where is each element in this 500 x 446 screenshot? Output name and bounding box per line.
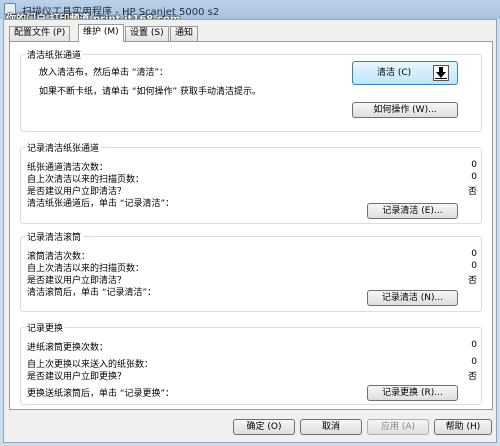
ok-button[interactable]: 确定 (O) xyxy=(233,419,295,435)
sheets-since-replacement-value: 0 xyxy=(471,357,477,367)
record-paper-path-group: 记录清洁纸张通道 纸张通道清洁次数： 0 自上次清洁以来的扫描页数： 0 是否建… xyxy=(20,141,482,224)
tab-notifications[interactable]: 通知 xyxy=(170,26,199,41)
dialog-buttons: 确定 (O) 取消 应用 (A) 帮助 (H) xyxy=(4,412,496,442)
record-rollers-group: 记录清洁滚筒 滚筒清洁次数： 0 自上次清洁以来的扫描页数： 0 是否建议用户立… xyxy=(20,230,482,312)
clean-button-label: 清洁 (C) xyxy=(377,68,412,78)
replacement-action-text: 更换送纸滚筒后，单击 “记录更换”： xyxy=(27,389,175,399)
group-title: 记录更换 xyxy=(25,321,66,334)
cancel-button[interactable]: 取消 xyxy=(300,419,362,435)
maintenance-panel: 清洁纸张通道 放入清洁布，然后单击 “清洁”： 清洁 (C) 如果不断卡纸，请单… xyxy=(9,41,493,410)
pages-since-clean-value: 0 xyxy=(471,172,477,182)
howto-button[interactable]: 如何操作 (W)... xyxy=(352,102,458,118)
recommend-replace-value: 否 xyxy=(467,372,477,382)
clean-paper-path-group: 清洁纸张通道 放入清洁布，然后单击 “清洁”： 清洁 (C) 如果不断卡纸，请单… xyxy=(20,48,482,132)
group-title: 清洁纸张通道 xyxy=(25,48,84,61)
arrow-down-icon xyxy=(433,65,449,81)
tab-maintenance[interactable]: 维护 (M) xyxy=(78,24,124,42)
replacement-count-value: 0 xyxy=(471,340,477,350)
roller-action-text: 清洁滚筒后，单击 “记录清洁”： xyxy=(27,288,157,298)
roller-pages-since-clean-value: 0 xyxy=(471,261,477,271)
clean-instruction: 放入清洁布，然后单击 “清洁”： xyxy=(39,68,169,78)
group-title: 记录清洁纸张通道 xyxy=(25,141,102,154)
clean-button[interactable]: 清洁 (C) xyxy=(352,61,458,85)
apply-button[interactable]: 应用 (A) xyxy=(367,419,429,435)
record-clean-roller-button[interactable]: 记录清洁 (N)... xyxy=(367,290,458,306)
roller-recommend-clean-value: 否 xyxy=(467,276,477,286)
group-title: 记录清洁滚筒 xyxy=(25,230,84,243)
replacement-count-label: 进纸滚筒更换次数： xyxy=(27,343,109,353)
help-button[interactable]: 帮助 (H) xyxy=(434,419,492,435)
tab-settings[interactable]: 设置 (S) xyxy=(125,26,169,41)
paper-path-action-text: 清洁纸张通道后，单击 “记录清洁”： xyxy=(27,199,175,209)
record-replacement-button[interactable]: 记录更换 (R)... xyxy=(367,385,458,401)
dialog-window: 配置文件 (P) 维护 (M) 设置 (S) 通知 清洁纸张通道 放入清洁布，然… xyxy=(3,19,497,443)
recommend-clean-value: 否 xyxy=(467,187,477,197)
record-clean-paper-path-button[interactable]: 记录清洁 (E)... xyxy=(367,203,458,219)
record-replacement-group: 记录更换 进纸滚筒更换次数： 0 自上次更换以来送入的纸张数： 0 是否建议用户… xyxy=(20,321,482,405)
clean-help-text: 如果不断卡纸，请单击 “如何操作” 获取手动清洁提示。 xyxy=(39,87,262,97)
recommend-replace-label: 是否建议用户立即更换？ xyxy=(27,372,127,382)
tab-profiles[interactable]: 配置文件 (P) xyxy=(9,26,71,41)
paper-path-clean-count-value: 0 xyxy=(471,160,477,170)
roller-clean-count-value: 0 xyxy=(471,249,477,259)
